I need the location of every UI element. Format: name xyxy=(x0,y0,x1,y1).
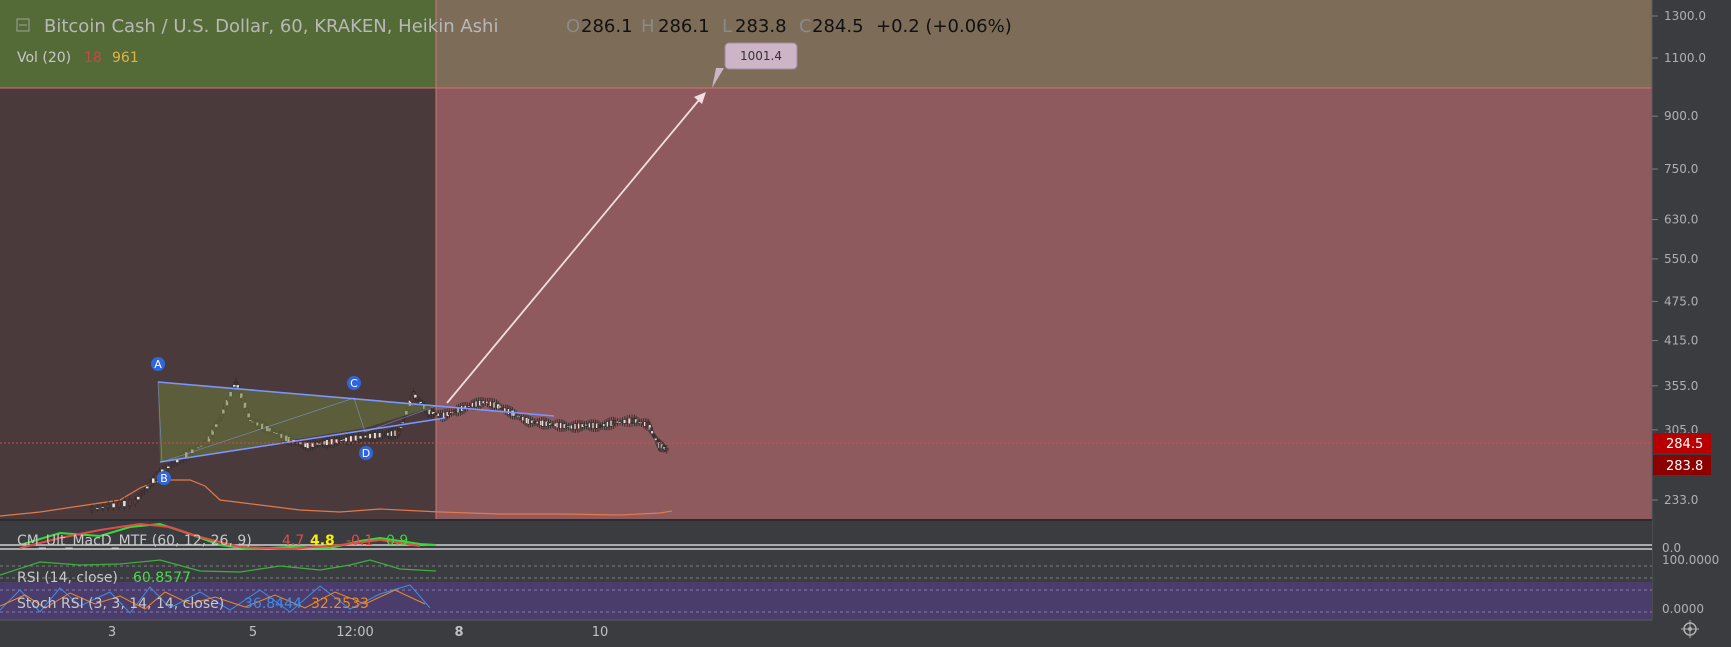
ohlc-high-value: 286.1 xyxy=(658,16,710,37)
pattern-label-c: C xyxy=(347,376,361,390)
red-zone xyxy=(436,88,1652,520)
last-price-tag: 284.5 xyxy=(1653,433,1711,453)
svg-text:Stoch RSI (3, 3, 14, 14, close: Stoch RSI (3, 3, 14, 14, close) xyxy=(17,596,224,612)
price-tick-label: 900.0 xyxy=(1664,109,1698,123)
upper-band-zone xyxy=(436,0,1652,88)
time-tick-label: 12:00 xyxy=(336,625,373,640)
candle-body xyxy=(122,500,127,507)
price-tick-label: 1300.0 xyxy=(1664,9,1706,23)
candle-body xyxy=(665,448,669,451)
price-tick-label: 233.0 xyxy=(1664,493,1698,507)
svg-text:60.8577: 60.8577 xyxy=(133,570,191,586)
candle-body xyxy=(234,381,238,383)
candle-body xyxy=(111,503,116,508)
price-tick-label: 750.0 xyxy=(1664,162,1698,176)
candle-body xyxy=(410,395,414,402)
candle-body xyxy=(166,466,170,469)
candle-body xyxy=(163,467,167,472)
svg-text:CM_Ult_MacD_MTF (60, 12, 26, 9: CM_Ult_MacD_MTF (60, 12, 26, 9) xyxy=(17,533,252,549)
price-chart: A B C D 1001.4 Bitcoin Cash / U.S. Dolla… xyxy=(0,0,1731,647)
svg-text:1001.4: 1001.4 xyxy=(740,49,782,63)
candle-body xyxy=(415,397,419,400)
svg-text:D: D xyxy=(362,447,370,460)
macd-legend: CM_Ult_MacD_MTF (60, 12, 26, 9) 4.7 4.8 … xyxy=(17,533,408,549)
candle-body xyxy=(172,462,176,464)
candle-body xyxy=(133,499,137,505)
rsi-legend: RSI (14, close) 60.8577 xyxy=(17,570,191,586)
svg-text:4.7: 4.7 xyxy=(282,533,304,549)
rsi-axis-label: 100.0000 xyxy=(1662,553,1719,567)
svg-text:32.2533: 32.2533 xyxy=(311,596,369,612)
candle-body xyxy=(169,464,173,467)
ohlc-close-value: 284.5 xyxy=(812,16,864,37)
time-tick-label: 3 xyxy=(108,625,116,640)
candle-body xyxy=(136,496,140,500)
stoch-axis-label: 0.0000 xyxy=(1662,602,1704,616)
price-tick-label: 415.0 xyxy=(1664,334,1698,348)
volume-value-2: 961 xyxy=(112,50,139,66)
candle-body xyxy=(128,499,132,506)
candle-body xyxy=(142,490,146,493)
symbol-title[interactable]: Bitcoin Cash / U.S. Dollar, 60, KRAKEN, … xyxy=(44,16,498,37)
svg-text:B: B xyxy=(160,472,168,485)
candle-body xyxy=(117,501,121,508)
price-tick-label: 1100.0 xyxy=(1664,51,1706,65)
stoch-legend: Stoch RSI (3, 3, 14, 14, close) 36.8444 … xyxy=(17,596,369,612)
pattern-label-b: B xyxy=(157,471,171,485)
svg-text:C: C xyxy=(350,377,358,390)
candle-body xyxy=(498,405,502,409)
price-tick-label: 630.0 xyxy=(1664,213,1698,227)
time-tick-label: 8 xyxy=(454,625,463,640)
time-tick-label: 10 xyxy=(592,625,609,640)
candle-body xyxy=(106,504,110,508)
price-tick-label: 550.0 xyxy=(1664,252,1698,266)
ohlc-low-label: L xyxy=(722,16,732,37)
pattern-label-d: D xyxy=(359,446,373,460)
ohlc-high-label: H xyxy=(641,16,655,37)
green-zone xyxy=(0,0,436,88)
candle-body xyxy=(236,384,240,388)
candle-body xyxy=(139,493,143,496)
volume-value-1: 18 xyxy=(84,50,102,66)
price-change: +0.2 (+0.06%) xyxy=(876,16,1012,37)
candle-body xyxy=(417,400,421,402)
candle-body xyxy=(95,507,100,510)
ohlc-open-value: 286.1 xyxy=(581,16,633,37)
volume-label[interactable]: Vol (20) xyxy=(17,50,71,66)
svg-text:RSI (14, close): RSI (14, close) xyxy=(17,570,118,586)
time-tick-label: 5 xyxy=(249,625,257,640)
candle-body xyxy=(151,477,155,484)
svg-text:284.5: 284.5 xyxy=(1666,437,1703,452)
ohlc-close-label: C xyxy=(799,16,812,37)
candle-body xyxy=(90,507,94,511)
ohlc-open-label: O xyxy=(566,16,580,37)
pattern-label-a: A xyxy=(151,357,165,371)
price-tick-label: 355.0 xyxy=(1664,379,1698,393)
price-tick-label: 475.0 xyxy=(1664,294,1698,308)
svg-text:283.8: 283.8 xyxy=(1666,459,1703,474)
svg-text:-0.1: -0.1 xyxy=(346,533,373,549)
candle-body xyxy=(399,426,403,429)
candle-body xyxy=(101,506,105,509)
candle-body xyxy=(397,431,401,435)
candle-body xyxy=(401,422,405,424)
svg-text:36.8444: 36.8444 xyxy=(244,596,302,612)
svg-text:4.8: 4.8 xyxy=(310,533,335,549)
ohlc-low-value: 283.8 xyxy=(735,16,787,37)
candle-body xyxy=(232,384,236,388)
chart-window: A B C D 1001.4 Bitcoin Cash / U.S. Dolla… xyxy=(0,0,1731,647)
svg-text:0.9: 0.9 xyxy=(386,533,408,549)
time-axis[interactable] xyxy=(0,620,1652,647)
low-price-tag: 283.8 xyxy=(1653,455,1711,475)
candle-body xyxy=(148,481,152,487)
svg-text:A: A xyxy=(154,358,162,371)
candle-body xyxy=(145,486,149,489)
